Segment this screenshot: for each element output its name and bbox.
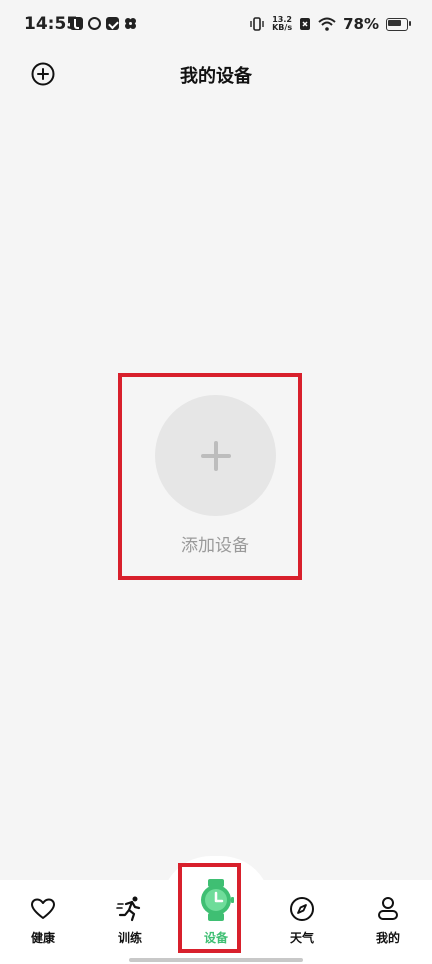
mail-icon xyxy=(106,17,119,30)
add-device-label[interactable]: 添加设备 xyxy=(120,531,310,556)
sim-icon xyxy=(300,18,311,30)
page-title: 我的设备 xyxy=(180,66,252,87)
nav-label-health: 健康 xyxy=(30,931,55,945)
notification-icons xyxy=(70,17,137,30)
watch-icon xyxy=(196,877,236,923)
nav-item-device[interactable]: 设备 xyxy=(186,877,246,946)
nav-item-health[interactable]: 健康 xyxy=(13,895,73,946)
network-speed-unit: KB/s xyxy=(272,23,293,32)
battery-percent: 78% xyxy=(343,15,379,33)
header: 我的设备 xyxy=(0,50,432,98)
nav-label-training: 训练 xyxy=(117,931,142,945)
battery-icon xyxy=(386,17,411,31)
heart-icon xyxy=(29,895,57,923)
compass-icon xyxy=(288,895,316,923)
add-device-button[interactable] xyxy=(155,395,276,516)
nav-label-device: 设备 xyxy=(203,931,228,945)
running-icon xyxy=(116,895,144,923)
nav-label-mine: 我的 xyxy=(375,931,400,945)
plus-icon xyxy=(200,440,231,471)
vibrate-icon xyxy=(250,17,264,31)
tiktok-icon xyxy=(70,17,83,30)
network-speed: 13.2 KB/s xyxy=(272,16,292,32)
nav-label-weather: 天气 xyxy=(289,931,314,945)
nav-item-training[interactable]: 训练 xyxy=(100,895,160,946)
fan-icon xyxy=(124,17,137,30)
home-indicator[interactable] xyxy=(129,958,303,962)
status-bar: 14:55 13.2 KB/s 78% xyxy=(0,0,432,50)
app-notification-icon xyxy=(88,17,101,30)
nav-item-weather[interactable]: 天气 xyxy=(272,895,332,946)
wifi-icon xyxy=(318,17,336,31)
person-icon xyxy=(374,895,402,923)
status-right: 13.2 KB/s 78% xyxy=(249,15,411,33)
nav-item-mine[interactable]: 我的 xyxy=(358,895,418,946)
